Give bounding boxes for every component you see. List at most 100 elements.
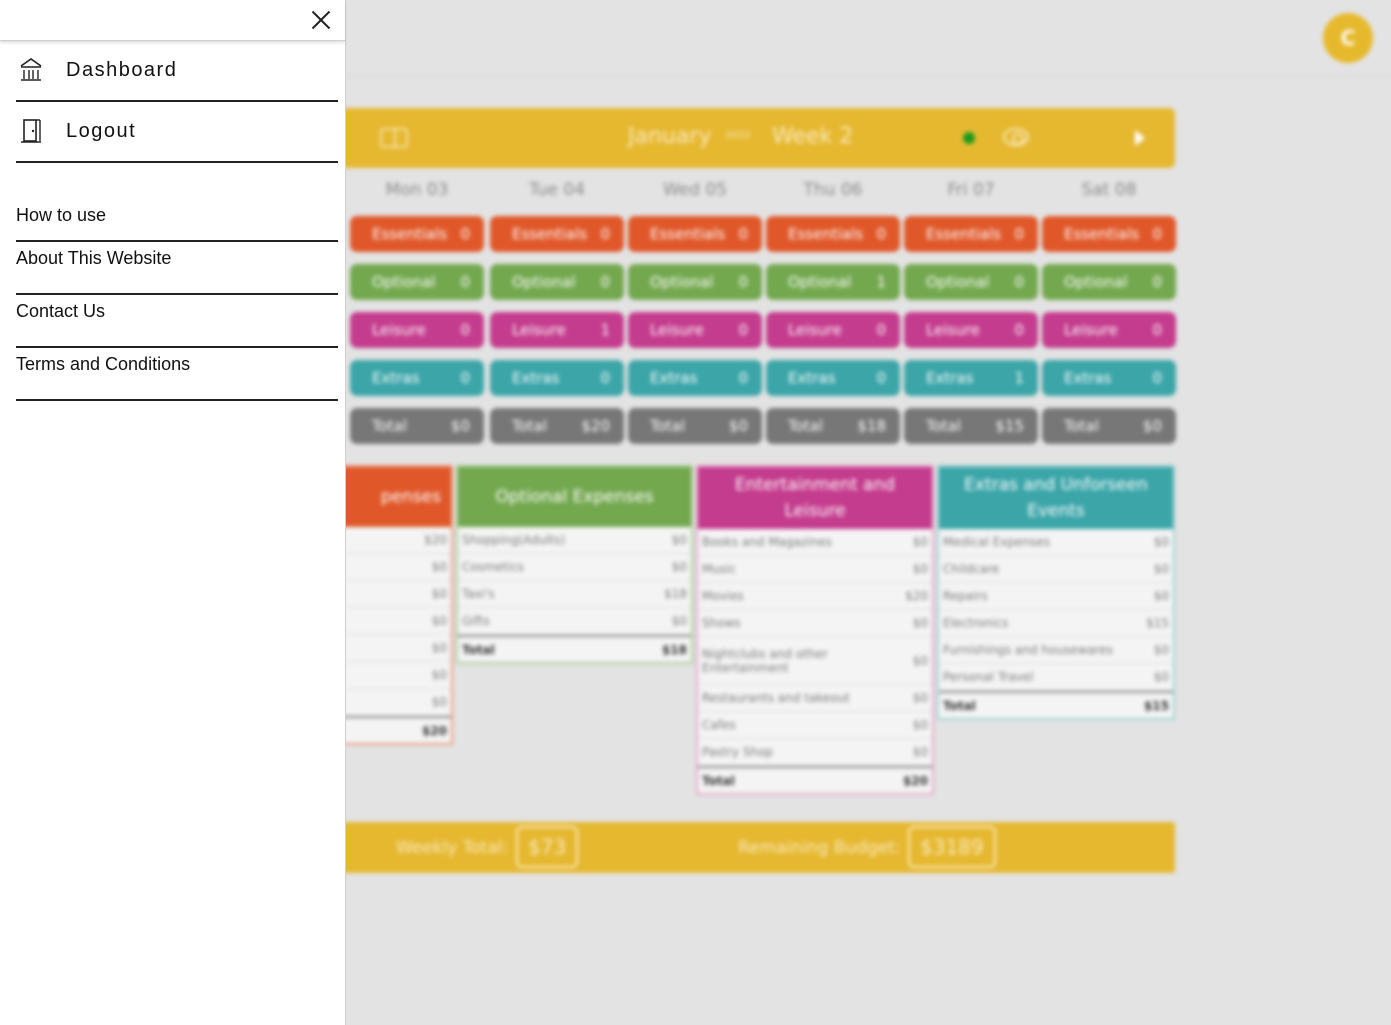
extras-pill[interactable]: Extras 1 <box>904 360 1038 396</box>
link-about[interactable]: About This Website <box>16 242 338 295</box>
row-value: $0 <box>431 614 447 628</box>
optional-pill[interactable]: Optional 0 <box>490 264 624 300</box>
extras-pill[interactable]: Extras 0 <box>628 360 762 396</box>
leisure-pill[interactable]: Leisure 0 <box>1042 312 1176 348</box>
table-row: Electronics $15 <box>939 610 1173 637</box>
pill-count: $0 <box>450 417 470 435</box>
table-row: Restaurants and takeout $0 <box>698 685 932 712</box>
table-total-row: Total $18 <box>458 635 691 662</box>
table-row: Taxi's $18 <box>458 581 691 608</box>
day-label: Thu 06 <box>803 180 863 200</box>
pill-label: Essentials <box>512 225 588 243</box>
total-pill: Total $20 <box>490 408 624 444</box>
row-value: $0 <box>912 745 928 759</box>
leisure-pill[interactable]: Leisure 1 <box>490 312 624 348</box>
pill-count: 1 <box>600 321 610 339</box>
row-value: $0 <box>671 533 687 547</box>
leisure-pill[interactable]: Leisure 0 <box>904 312 1038 348</box>
row-name: Shows <box>702 616 741 630</box>
link-contact[interactable]: Contact Us <box>16 295 338 348</box>
row-name: Shopping(Adults) <box>462 533 566 547</box>
avatar[interactable]: C <box>1323 13 1373 63</box>
optional-pill[interactable]: Optional 0 <box>350 264 484 300</box>
table-row: Shopping(Adults) $0 <box>458 527 691 554</box>
row-name: Gifts <box>462 614 490 628</box>
pill-label: Extras <box>512 369 560 387</box>
optional-pill[interactable]: Optional 1 <box>766 264 900 300</box>
remaining-budget-value: $3189 <box>908 826 996 868</box>
row-value: $20 <box>424 533 447 547</box>
extras-pill[interactable]: Extras 0 <box>490 360 624 396</box>
pill-count: $18 <box>857 417 886 435</box>
row-name: Medical Expenses <box>943 535 1050 549</box>
essentials-pill[interactable]: Essentials 0 <box>1042 216 1176 252</box>
table-row: Pastry Shop $0 <box>698 739 932 766</box>
day-label: Tue 04 <box>528 180 586 200</box>
essentials-pill[interactable]: Essentials 0 <box>766 216 900 252</box>
extras-pill[interactable]: Extras 0 <box>1042 360 1176 396</box>
remaining-budget-label: Remaining Budget: <box>738 838 901 858</box>
optional-pill[interactable]: Optional 0 <box>904 264 1038 300</box>
row-name: Taxi's <box>462 587 495 601</box>
optional-pill[interactable]: Optional 0 <box>1042 264 1176 300</box>
week-label: Week 2 <box>772 124 854 149</box>
essentials-pill[interactable]: Essentials 0 <box>628 216 762 252</box>
row-name: Cafes <box>702 718 736 732</box>
next-week-arrow-icon[interactable] <box>1135 130 1145 146</box>
book-icon[interactable] <box>380 128 408 148</box>
nav-item-logout[interactable]: Logout <box>16 102 338 163</box>
pill-label: Total <box>788 417 824 435</box>
row-value: $0 <box>912 691 928 705</box>
pill-label: Leisure <box>650 321 704 339</box>
pill-count: 0 <box>1152 321 1162 339</box>
table-row: Repairs $0 <box>939 583 1173 610</box>
pill-count: 0 <box>1152 369 1162 387</box>
pill-label: Total <box>926 417 962 435</box>
row-value: $20 <box>905 589 928 603</box>
link-terms[interactable]: Terms and Conditions <box>16 348 338 401</box>
drawer-header <box>0 0 345 41</box>
table-row: Movies $20 <box>698 583 932 610</box>
extras-pill[interactable]: Extras 0 <box>766 360 900 396</box>
essentials-pill[interactable]: Essentials 0 <box>490 216 624 252</box>
pill-count: 0 <box>738 225 748 243</box>
pill-count: 0 <box>1152 273 1162 291</box>
year-label: 2022 <box>725 130 751 141</box>
day-label: Sat 08 <box>1081 180 1137 200</box>
leisure-pill[interactable]: Leisure 0 <box>350 312 484 348</box>
pill-count: $20 <box>581 417 610 435</box>
leisure-pill[interactable]: Leisure 0 <box>628 312 762 348</box>
pill-label: Essentials <box>650 225 726 243</box>
pill-count: 0 <box>600 225 610 243</box>
row-name: Repairs <box>943 589 988 603</box>
table-row: Cosmetics $0 <box>458 554 691 581</box>
row-value: $15 <box>1146 616 1169 630</box>
extras-pill[interactable]: Extras 0 <box>350 360 484 396</box>
pill-count: 0 <box>876 321 886 339</box>
row-value: $0 <box>1153 670 1169 684</box>
pill-label: Leisure <box>1064 321 1118 339</box>
total-label: Total <box>462 642 495 657</box>
table-row: Books and Magazines $0 <box>698 529 932 556</box>
total-label: Total <box>702 773 735 788</box>
nav-item-dashboard[interactable]: Dashboard <box>16 41 338 102</box>
side-drawer: Dashboard Logout How to use About This W… <box>0 0 346 1025</box>
pill-label: Optional <box>926 273 990 291</box>
row-value: $0 <box>671 560 687 574</box>
optional-pill[interactable]: Optional 0 <box>628 264 762 300</box>
eye-icon[interactable] <box>1003 128 1029 146</box>
row-value: $0 <box>1153 535 1169 549</box>
day-column: Thu 06 Essentials 0 Optional 1 Leisure 0 Ex… <box>766 180 900 456</box>
essentials-pill[interactable]: Essentials 0 <box>350 216 484 252</box>
close-icon[interactable] <box>310 9 332 31</box>
total-value: $20 <box>902 773 928 788</box>
link-how-to-use[interactable]: How to use <box>16 198 338 242</box>
link-label: Contact Us <box>16 301 106 321</box>
pill-label: Leisure <box>926 321 980 339</box>
total-value: $20 <box>421 723 447 738</box>
row-name: Personal Travel <box>943 670 1034 684</box>
essentials-pill[interactable]: Essentials 0 <box>904 216 1038 252</box>
total-pill: Total $15 <box>904 408 1038 444</box>
leisure-pill[interactable]: Leisure 0 <box>766 312 900 348</box>
row-value: $0 <box>912 562 928 576</box>
